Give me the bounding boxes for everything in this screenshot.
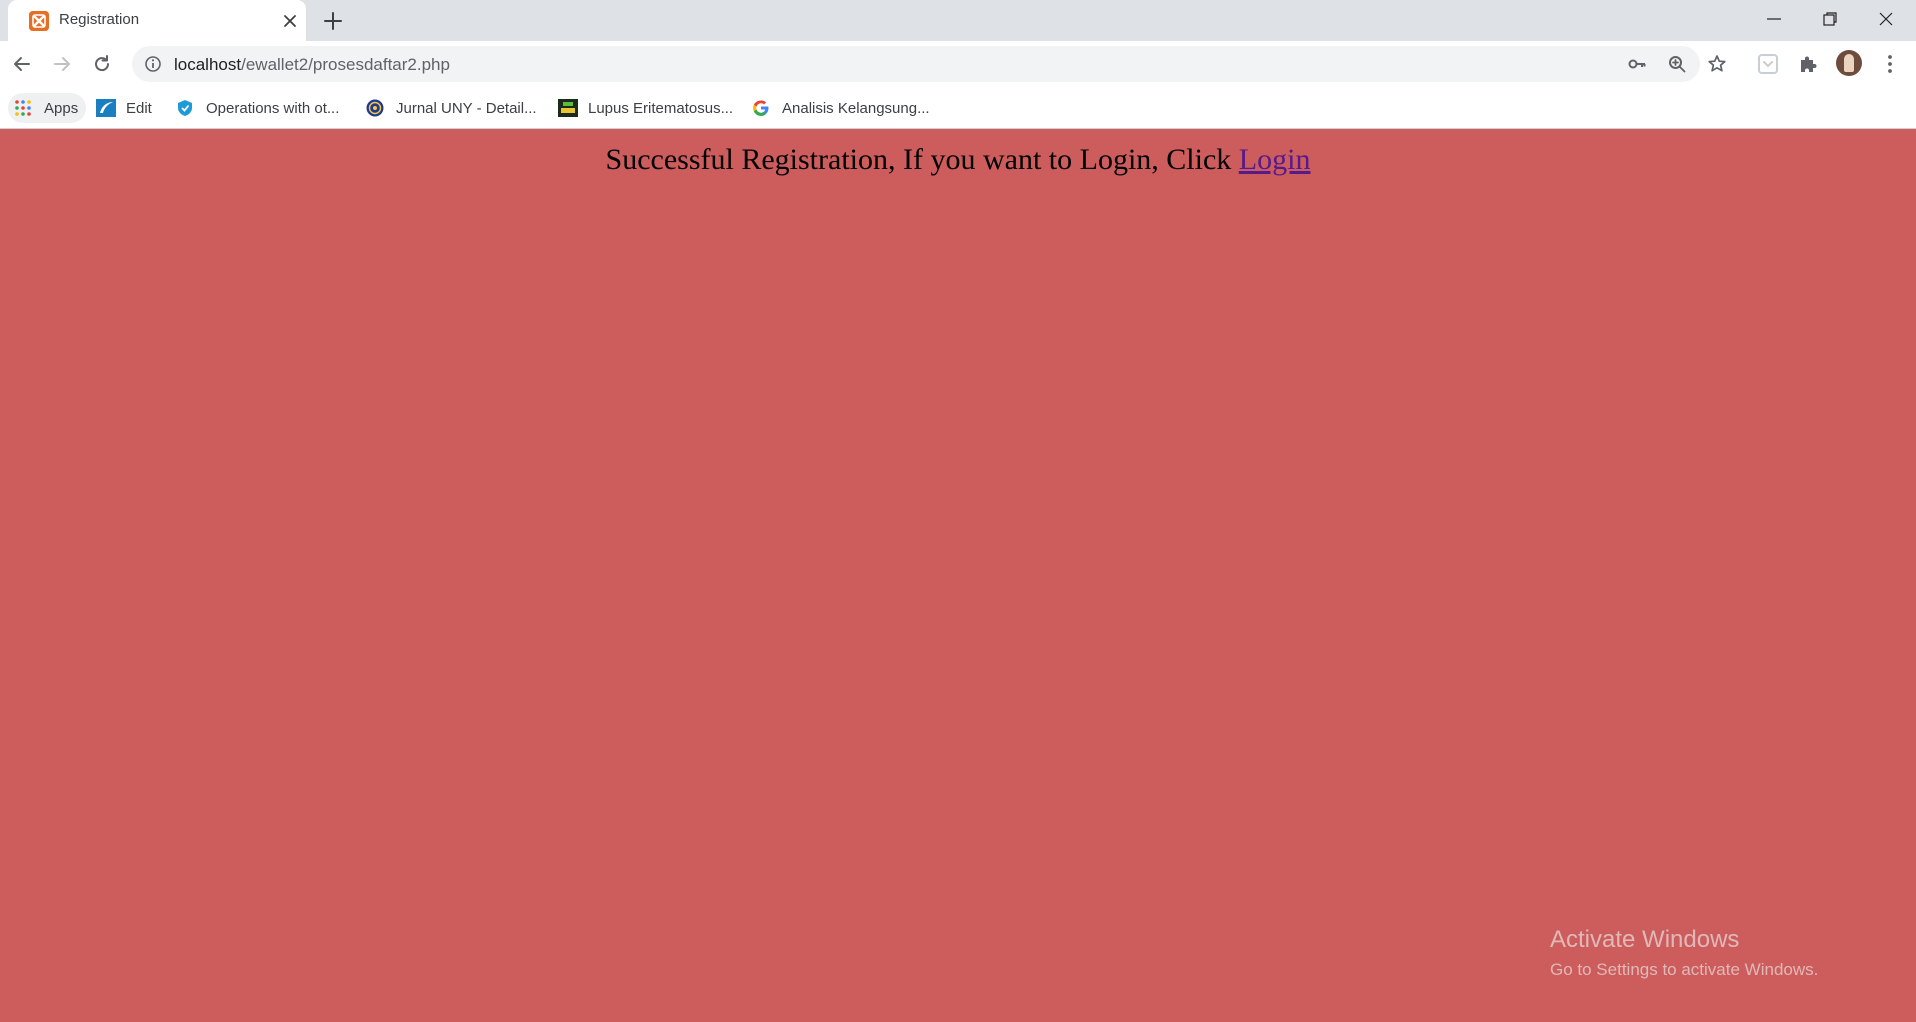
bookmark-lupus[interactable]: Lupus Eritematosus... — [558, 93, 733, 123]
bookmark-label: Lupus Eritematosus... — [588, 99, 734, 117]
bookmark-label: Jurnal UNY - Detail... — [396, 99, 537, 117]
bookmark-analisis[interactable]: Analisis Kelangsung... — [752, 93, 930, 123]
jka-icon — [558, 99, 578, 117]
tab-title: Registration — [59, 11, 140, 28]
bookmark-label: Apps — [44, 99, 79, 117]
windows-activation-watermark: Activate Windows Go to Settings to activ… — [1550, 926, 1818, 980]
apps-grid-icon — [14, 99, 32, 117]
bookmark-edit[interactable]: Edit — [96, 93, 152, 123]
new-tab-icon[interactable] — [322, 10, 344, 32]
success-text: Successful Registration, If you want to … — [605, 143, 1232, 176]
key-icon[interactable] — [1626, 53, 1648, 75]
pocket-extension-icon[interactable] — [1756, 52, 1780, 76]
bookmark-label: Analisis Kelangsung... — [782, 99, 930, 117]
url-host: localhost — [174, 55, 242, 74]
bookmark-operations[interactable]: Operations with ot... — [176, 93, 339, 123]
watermark-subtitle: Go to Settings to activate Windows. — [1550, 960, 1819, 979]
back-arrow-icon[interactable] — [8, 50, 36, 78]
uny-seal-icon — [366, 99, 384, 117]
bookmark-jurnal-uny[interactable]: Jurnal UNY - Detail... — [366, 93, 537, 123]
registration-message: Successful Registration, If you want to … — [0, 143, 1916, 177]
page-content: Successful Registration, If you want to … — [0, 129, 1916, 1022]
close-tab-icon[interactable] — [280, 11, 300, 31]
login-link[interactable]: Login — [1239, 143, 1311, 176]
browser-window: Registration localhost/ewallet2/prosesda… — [0, 0, 1916, 1022]
restore-icon[interactable] — [1802, 0, 1858, 38]
zoom-icon[interactable] — [1666, 53, 1688, 75]
bookmark-label: Operations with ot... — [206, 99, 340, 117]
bookmark-apps[interactable]: Apps — [8, 93, 87, 123]
site-info-icon[interactable] — [144, 55, 162, 73]
star-bookmark-icon[interactable] — [1706, 53, 1728, 75]
profile-avatar[interactable] — [1836, 50, 1862, 76]
tab-strip: Registration — [0, 0, 1916, 41]
xampp-icon — [29, 11, 49, 31]
kebab-menu-icon[interactable] — [1878, 52, 1902, 76]
close-window-icon[interactable] — [1858, 0, 1914, 38]
bookmarks-bar: Apps Edit Operations with ot... Jurnal U… — [0, 88, 1916, 129]
tab-registration[interactable]: Registration — [8, 0, 306, 41]
url-path: /ewallet2/prosesdaftar2.php — [241, 55, 450, 74]
bookmark-label: Edit — [126, 99, 152, 117]
forward-arrow-icon[interactable] — [48, 50, 76, 78]
watermark-title: Activate Windows — [1550, 926, 1740, 953]
url-text[interactable]: localhost/ewallet2/prosesdaftar2.php — [174, 55, 450, 75]
browser-toolbar: localhost/ewallet2/prosesdaftar2.php — [0, 41, 1916, 88]
edit-site-icon — [96, 99, 116, 117]
reload-icon[interactable] — [88, 50, 116, 78]
address-bar[interactable]: localhost/ewallet2/prosesdaftar2.php — [132, 46, 1726, 82]
minimize-icon[interactable] — [1746, 0, 1802, 38]
shield-icon — [176, 99, 194, 117]
extensions-puzzle-icon[interactable] — [1796, 52, 1820, 76]
google-icon — [752, 99, 770, 117]
